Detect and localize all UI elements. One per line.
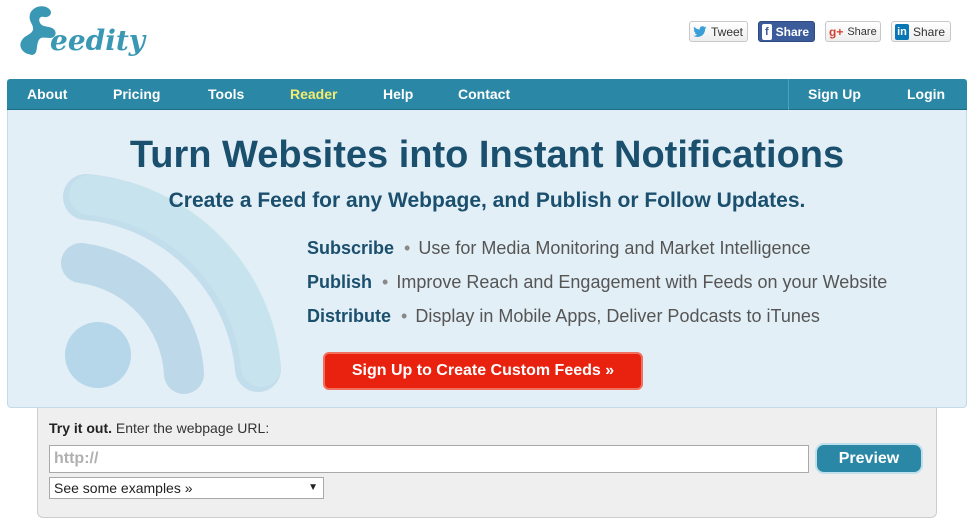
hero-banner: Turn Websites into Instant Notifications… xyxy=(7,110,967,408)
try-it-instruction: Enter the webpage URL: xyxy=(112,420,270,436)
nav-item-tools[interactable]: Tools xyxy=(208,79,244,110)
feature-description: Improve Reach and Engagement with Feeds … xyxy=(396,272,888,292)
feature-bullet: • xyxy=(401,306,408,326)
tweet-label: Tweet xyxy=(711,24,744,39)
signup-cta-button[interactable]: Sign Up to Create Custom Feeds » xyxy=(323,352,643,390)
facebook-share-label: Share xyxy=(775,24,809,39)
nav-item-contact[interactable]: Contact xyxy=(458,79,510,110)
google-plus-icon: g+ xyxy=(829,24,844,39)
feature-publish: Publish • Improve Reach and Engagement wit… xyxy=(307,272,887,296)
feature-bullet: • xyxy=(382,272,389,292)
feature-name: Subscribe xyxy=(307,238,395,258)
examples-select[interactable]: See some examples » ▼ xyxy=(49,477,324,499)
sign-up-link[interactable]: Sign Up xyxy=(808,79,861,110)
nav-item-about[interactable]: About xyxy=(27,79,67,110)
twitter-bird-icon xyxy=(693,24,707,40)
nav-divider xyxy=(788,79,789,110)
nav-item-help[interactable]: Help xyxy=(383,79,413,110)
tweet-button[interactable]: Tweet xyxy=(689,21,748,42)
feedity-logo[interactable]: eedity xyxy=(14,4,145,62)
hero-title: Turn Websites into Instant Notifications xyxy=(129,134,845,176)
feature-description: Display in Mobile Apps, Deliver Podcasts… xyxy=(415,306,820,326)
hero-subtitle: Create a Feed for any Webpage, and Publi… xyxy=(168,189,806,212)
login-link[interactable]: Login xyxy=(907,79,945,110)
linkedin-share-label: Share xyxy=(912,24,945,39)
url-input[interactable] xyxy=(49,445,809,473)
feature-subscribe: Subscribe • Use for Media Monitoring and M… xyxy=(307,238,811,262)
preview-button[interactable]: Preview xyxy=(815,443,923,474)
try-it-label: Try it out. Enter the webpage URL: xyxy=(49,420,269,436)
feature-bullet: • xyxy=(404,238,411,258)
feature-description: Use for Media Monitoring and Market Inte… xyxy=(418,238,811,258)
feature-name: Distribute xyxy=(307,306,392,326)
facebook-icon: f xyxy=(762,23,772,40)
feature-distribute: Distribute • Display in Mobile Apps, Deliv… xyxy=(307,306,820,330)
examples-selected-value: See some examples » xyxy=(54,480,193,496)
google-plus-share-label: Share xyxy=(847,25,877,38)
nav-item-reader[interactable]: Reader xyxy=(290,79,337,110)
google-plus-share-button[interactable]: g+ Share xyxy=(825,21,881,42)
dropdown-arrow-icon: ▼ xyxy=(308,482,318,493)
linkedin-icon: in xyxy=(895,23,909,40)
main-nav: About Pricing Tools Reader Help Contact … xyxy=(7,79,967,110)
logo-wordmark: eedity xyxy=(50,24,146,57)
try-it-bold: Try it out. xyxy=(49,420,112,436)
facebook-share-button[interactable]: f Share xyxy=(758,21,815,42)
feature-name: Publish xyxy=(307,272,373,292)
linkedin-share-button[interactable]: in Share xyxy=(891,21,951,42)
try-it-panel: Try it out. Enter the webpage URL: Previ… xyxy=(37,408,937,518)
nav-item-pricing[interactable]: Pricing xyxy=(113,79,160,110)
